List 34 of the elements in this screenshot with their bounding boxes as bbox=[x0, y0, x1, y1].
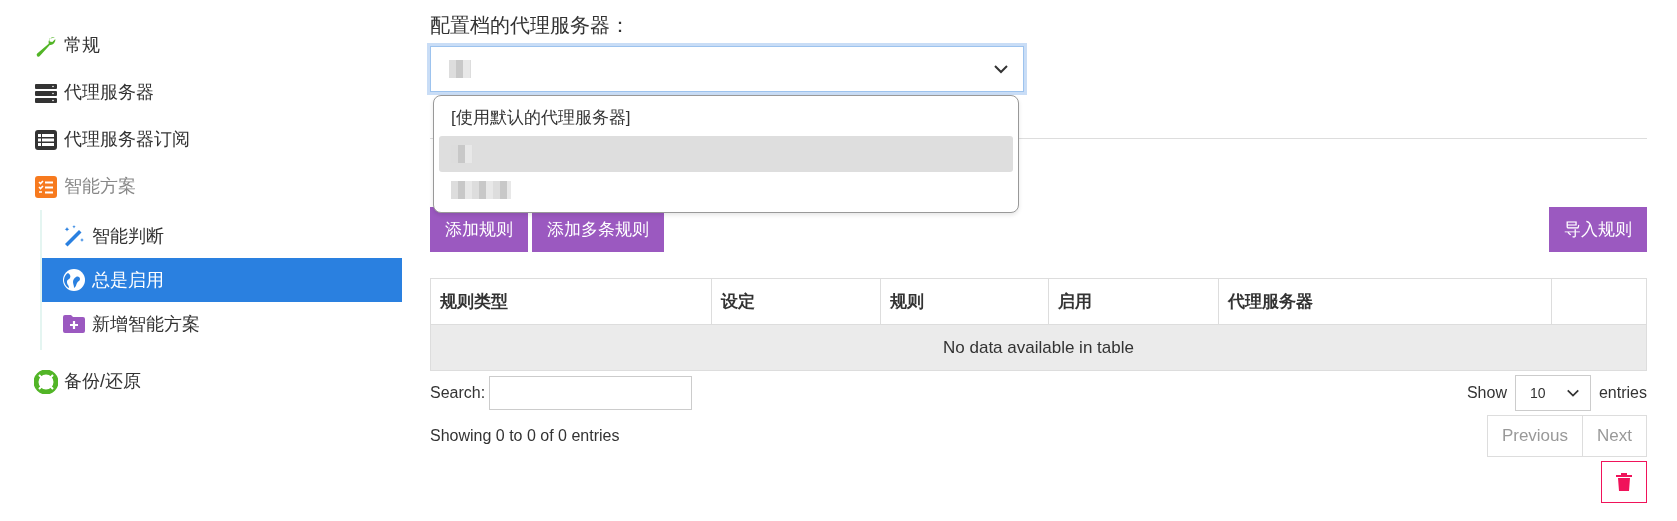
delete-button[interactable] bbox=[1601, 461, 1647, 503]
column-header: 规则 bbox=[880, 278, 1049, 325]
dropdown-option[interactable] bbox=[439, 136, 1013, 172]
lifebuoy-icon bbox=[34, 369, 58, 394]
sidebar-subitem[interactable]: 新增智能方案 bbox=[42, 302, 402, 346]
column-header: 启用 bbox=[1048, 278, 1219, 325]
sidebar-item[interactable]: 代理服务器订阅 bbox=[0, 116, 402, 163]
checklist-icon bbox=[34, 174, 58, 199]
sidebar-item[interactable]: 代理服务器 bbox=[0, 69, 402, 116]
page-length-select[interactable]: 10 bbox=[1514, 375, 1591, 411]
redacted-value bbox=[451, 181, 511, 199]
search-label: Search: bbox=[430, 383, 486, 403]
field-label: 配置档的代理服务器： bbox=[430, 13, 631, 38]
sidebar-item[interactable]: 备份/还原 bbox=[0, 358, 402, 405]
globe-icon bbox=[62, 268, 86, 292]
column-header: 规则类型 bbox=[430, 278, 712, 325]
column-header: 代理服务器 bbox=[1218, 278, 1552, 325]
sidebar-subitem[interactable]: 智能判断 bbox=[42, 214, 402, 258]
trash-icon bbox=[1615, 472, 1633, 492]
search-field[interactable] bbox=[489, 376, 693, 410]
column-header: 设定 bbox=[711, 278, 881, 325]
sidebar-subitem[interactable]: 总是启用 bbox=[42, 258, 402, 302]
list-icon bbox=[34, 127, 58, 152]
dropdown-option[interactable]: [使用默认的代理服务器] bbox=[439, 100, 1013, 136]
show-label: Show bbox=[1466, 383, 1507, 403]
table-info: Showing 0 to 0 of 0 entries bbox=[430, 426, 620, 446]
sidebar-item[interactable]: 常规 bbox=[0, 22, 402, 69]
sidebar-item[interactable]: 智能方案 bbox=[0, 163, 402, 210]
proxy-select[interactable] bbox=[430, 46, 1024, 92]
folder-plus-icon bbox=[62, 312, 86, 336]
empty-table-message: No data available in table bbox=[430, 324, 1647, 371]
entries-label: entries bbox=[1598, 383, 1647, 403]
action-button[interactable]: 导入规则 bbox=[1549, 207, 1647, 252]
magic-wand-icon bbox=[62, 224, 86, 248]
